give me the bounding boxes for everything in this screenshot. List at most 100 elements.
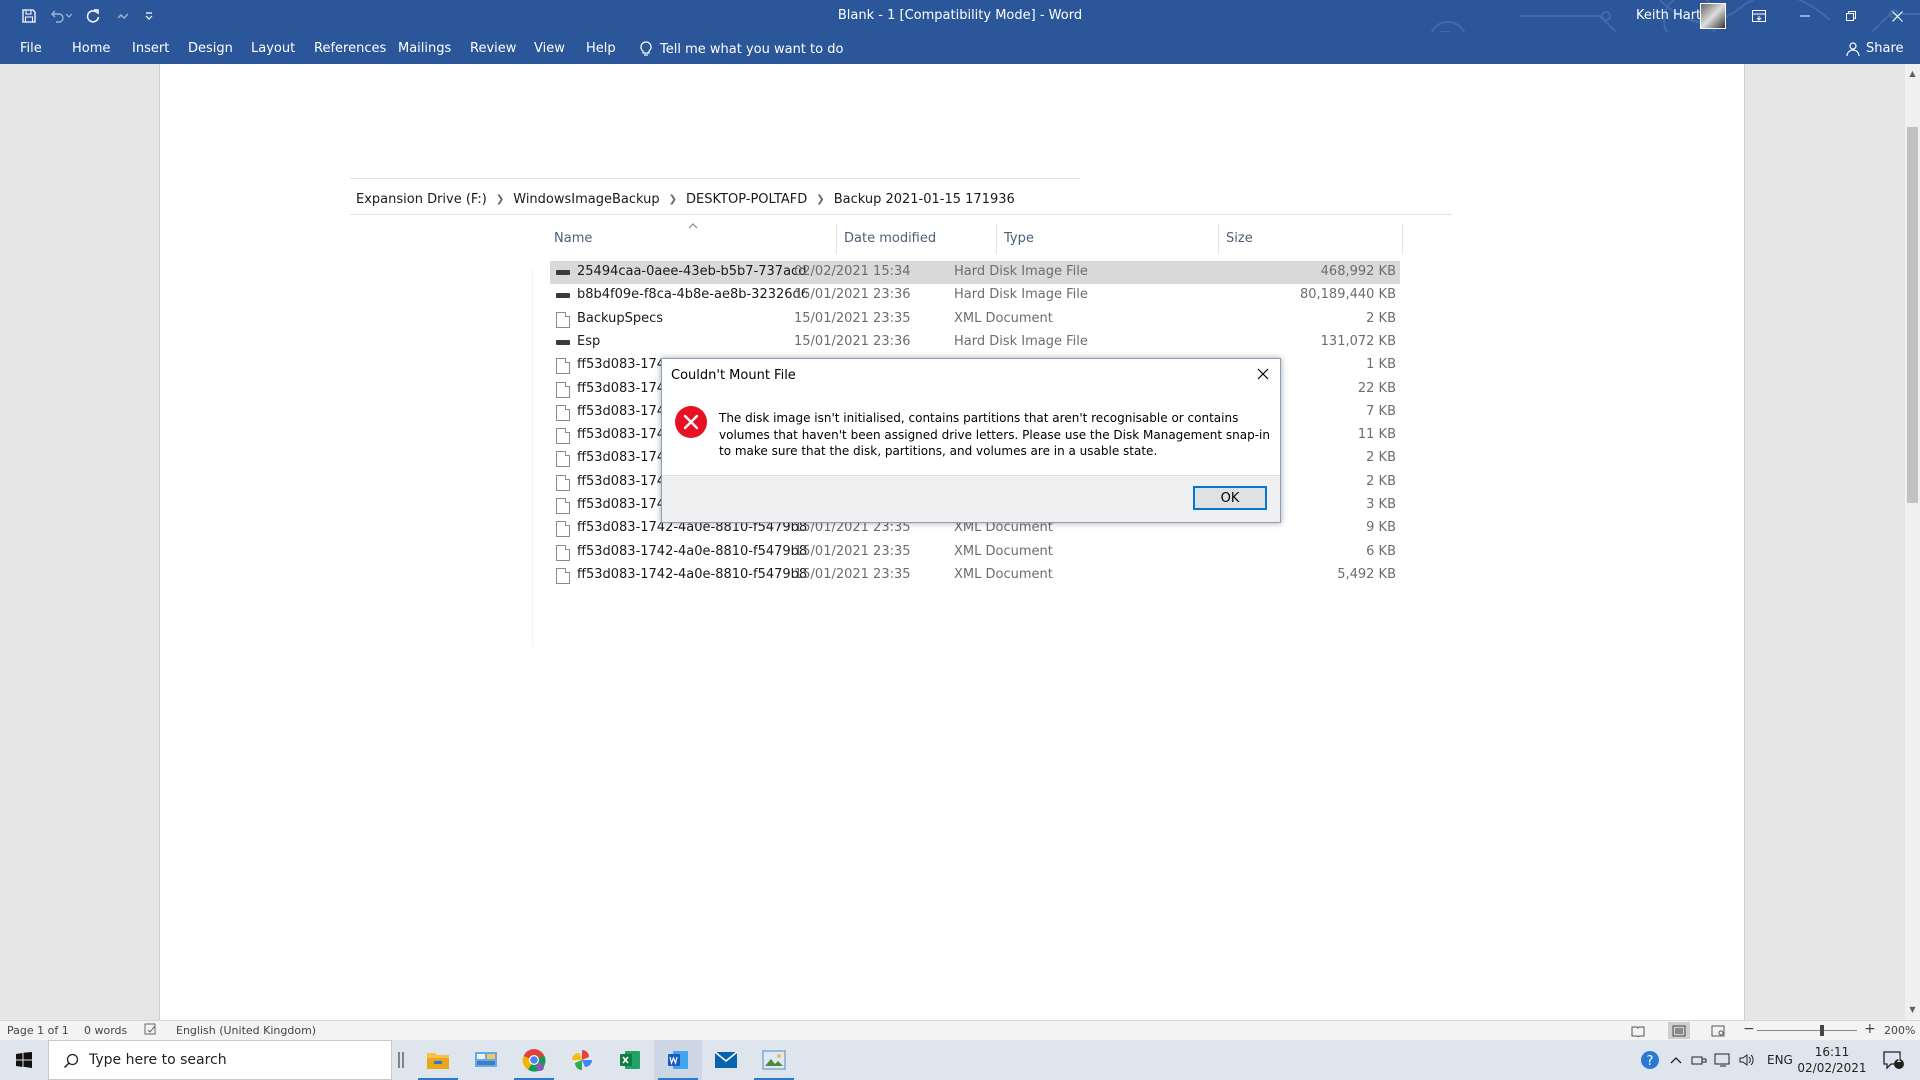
document-icon <box>556 381 570 398</box>
close-icon <box>1257 368 1269 380</box>
taskbar-excel[interactable] <box>606 1040 654 1080</box>
file-row[interactable]: ff53d083-1742-4a0e-8810-f5479b8a5081_...… <box>550 564 1400 587</box>
file-date-modified: 15/01/2021 23:36 <box>794 333 911 349</box>
restore-icon <box>1846 11 1856 21</box>
input-language[interactable]: ENG <box>1767 1053 1793 1067</box>
tab-review[interactable]: Review <box>470 41 516 56</box>
ribbon-display-options-button[interactable] <box>1736 0 1782 32</box>
person-icon <box>1846 41 1860 56</box>
file-row[interactable]: Esp 15/01/2021 23:36 Hard Disk Image File 1… <box>550 331 1400 354</box>
breadcrumb-chevron-icon: ❯ <box>495 194 505 205</box>
taskbar-control-panel[interactable] <box>462 1040 510 1080</box>
page-layout-icon <box>1672 1025 1686 1036</box>
tab-references[interactable]: References <box>314 41 386 56</box>
zoom-slider-thumb[interactable] <box>1820 1025 1824 1036</box>
window-title: Blank - 1 [Compatibility Mode] - Word <box>837 8 1083 23</box>
word-icon <box>668 1051 688 1069</box>
taskbar-chrome[interactable] <box>510 1040 558 1080</box>
scroll-down-icon[interactable]: ▼ <box>1905 1002 1920 1017</box>
file-type: XML Document <box>954 310 1053 326</box>
file-row[interactable]: BackupSpecs 15/01/2021 23:35 XML Document 2… <box>550 308 1400 331</box>
proofing-icon[interactable] <box>144 1022 158 1039</box>
customize-qat-button[interactable] <box>142 6 156 26</box>
taskbar-mail[interactable] <box>702 1040 750 1080</box>
tab-design[interactable]: Design <box>188 41 233 56</box>
close-button[interactable] <box>1874 0 1920 32</box>
title-bar: Blank - 1 [Compatibility Mode] - Word Ke… <box>0 0 1920 32</box>
taskbar-image-viewer[interactable] <box>750 1040 798 1080</box>
undo-icon <box>51 10 64 23</box>
file-size: 468,992 KB <box>1320 264 1396 279</box>
zoom-level[interactable]: 200% <box>1884 1024 1915 1037</box>
user-name[interactable]: Keith Hart <box>1636 8 1701 23</box>
help-tray-icon[interactable]: ? <box>1638 1040 1662 1080</box>
document-icon <box>556 567 570 584</box>
column-header-type: Type <box>1004 231 1034 246</box>
save-button[interactable] <box>18 6 40 26</box>
file-name: Esp <box>577 333 601 349</box>
control-panel-icon <box>475 1052 497 1067</box>
zoom-out-button[interactable]: − <box>1743 1021 1755 1037</box>
zoom-slider-track[interactable] <box>1757 1030 1857 1031</box>
show-hidden-icons-button[interactable] <box>1666 1040 1686 1080</box>
zoom-in-button[interactable]: + <box>1864 1021 1876 1037</box>
web-layout-button[interactable] <box>1707 1022 1729 1039</box>
chrome-icon <box>522 1049 546 1072</box>
share-button[interactable]: Share <box>1846 41 1904 56</box>
taskbar-file-explorer[interactable] <box>414 1040 462 1080</box>
minimize-button[interactable] <box>1782 0 1828 32</box>
tab-help[interactable]: Help <box>586 41 616 56</box>
redo-icon <box>86 9 100 23</box>
tab-view[interactable]: View <box>534 41 565 56</box>
tab-insert[interactable]: Insert <box>132 41 169 56</box>
tell-me-search[interactable]: Tell me what you want to do <box>640 41 843 57</box>
touch-mode-icon <box>117 13 129 19</box>
column-divider <box>996 224 997 254</box>
page-count[interactable]: Page 1 of 1 <box>7 1024 69 1037</box>
undo-dropdown[interactable] <box>64 6 74 26</box>
usb-tray-icon[interactable] <box>1688 1040 1710 1080</box>
clock[interactable]: 16:11 02/02/2021 <box>1796 1044 1868 1076</box>
tab-layout[interactable]: Layout <box>251 41 295 56</box>
start-button[interactable] <box>0 1040 48 1080</box>
scrollbar-thumb[interactable] <box>1907 127 1918 503</box>
file-row[interactable]: ff53d083-1742-4a0e-8810-f5479b8a5081_...… <box>550 541 1400 564</box>
task-view-button[interactable] <box>392 1040 410 1080</box>
dialog-close-button[interactable] <box>1246 359 1280 389</box>
file-row[interactable]: b8b4f09e-f8ca-4b8e-ae8b-32326d61a72715/0… <box>550 284 1400 307</box>
language-indicator[interactable]: English (United Kingdom) <box>176 1024 316 1037</box>
tab-file[interactable]: File <box>20 41 42 56</box>
breadcrumb: Expansion Drive (F:) ❯ WindowsImageBacku… <box>356 192 1015 207</box>
taskbar-photos[interactable] <box>558 1040 606 1080</box>
file-type: Hard Disk Image File <box>954 333 1088 349</box>
tab-home[interactable]: Home <box>72 41 110 56</box>
network-tray-icon[interactable] <box>1712 1040 1734 1080</box>
action-center-button[interactable]: 1 <box>1876 1040 1910 1080</box>
vertical-scrollbar[interactable]: ▲ ▼ <box>1905 64 1920 1020</box>
scroll-up-icon[interactable]: ▲ <box>1905 66 1920 81</box>
ribbon-display-icon <box>1752 10 1766 22</box>
file-date-modified: 15/01/2021 23:35 <box>794 566 911 582</box>
document-icon <box>556 311 570 328</box>
avatar[interactable] <box>1700 3 1726 29</box>
document-icon <box>556 404 570 421</box>
read-mode-button[interactable] <box>1627 1022 1649 1039</box>
tab-mailings[interactable]: Mailings <box>398 41 451 56</box>
file-date-modified: 15/01/2021 23:36 <box>794 287 911 303</box>
word-count[interactable]: 0 words <box>84 1024 127 1037</box>
print-layout-button[interactable] <box>1668 1022 1690 1039</box>
taskbar-word[interactable] <box>654 1040 702 1080</box>
help-icon: ? <box>1641 1051 1659 1069</box>
taskbar-search-box[interactable]: Type here to search <box>48 1040 392 1080</box>
breadcrumb-backup: Backup 2021-01-15 171936 <box>833 192 1015 207</box>
pinwheel-icon <box>572 1050 592 1070</box>
volume-tray-icon[interactable] <box>1736 1040 1758 1080</box>
address-bar-bottom-border <box>350 214 1452 215</box>
address-bar-top-border <box>350 178 1080 179</box>
ok-button[interactable]: OK <box>1193 486 1267 510</box>
restore-button[interactable] <box>1828 0 1874 32</box>
redo-button[interactable] <box>82 6 104 26</box>
touch-mode-button[interactable] <box>112 6 134 26</box>
minimize-icon <box>1800 15 1810 17</box>
file-row[interactable]: 25494caa-0aee-43eb-b5b7-737acdab906502/0… <box>550 261 1400 284</box>
